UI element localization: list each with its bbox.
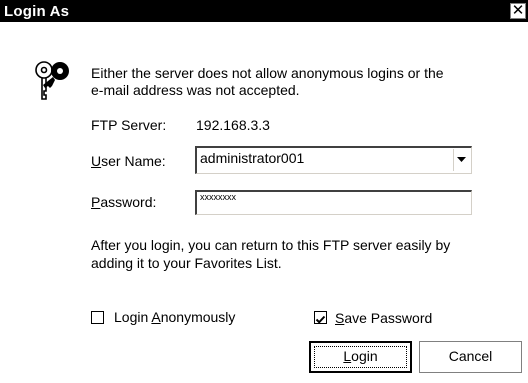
username-combobox[interactable]: administrator001 bbox=[195, 146, 472, 174]
username-value: administrator001 bbox=[200, 150, 305, 166]
info-line-1: After you login, you can return to this … bbox=[91, 237, 451, 253]
save-password-checkbox[interactable] bbox=[314, 311, 327, 324]
message-line-1: Either the server does not allow anonymo… bbox=[91, 65, 444, 81]
login-anonymously-label[interactable]: Login Anonymously bbox=[114, 309, 235, 326]
chevron-down-icon bbox=[457, 157, 466, 162]
cancel-button[interactable]: Cancel bbox=[419, 341, 522, 373]
login-button-label: Login bbox=[343, 348, 378, 364]
login-button[interactable]: Login bbox=[309, 341, 412, 373]
info-line-2: adding it to your Favorites List. bbox=[91, 255, 282, 271]
login-as-dialog: Login As ✕ Either the server does not al… bbox=[0, 0, 528, 383]
cancel-button-label: Cancel bbox=[448, 348, 493, 364]
password-field[interactable]: xxxxxxxx bbox=[195, 190, 472, 215]
ftp-server-label: FTP Server: bbox=[91, 117, 167, 133]
close-button[interactable]: ✕ bbox=[510, 3, 526, 19]
password-label: Password: bbox=[91, 194, 157, 210]
password-value: xxxxxxxx bbox=[200, 192, 236, 202]
dropdown-button[interactable] bbox=[453, 149, 470, 171]
checkmark-icon bbox=[315, 315, 326, 324]
keys-icon bbox=[35, 61, 69, 100]
save-password-label[interactable]: Save Password bbox=[335, 310, 432, 327]
username-label: User Name: bbox=[91, 153, 166, 169]
message-line-2: e-mail address was not accepted. bbox=[91, 82, 300, 98]
login-anonymously-checkbox[interactable] bbox=[91, 311, 104, 324]
ftp-server-value: 192.168.3.3 bbox=[196, 117, 270, 133]
title-bar[interactable]: Login As ✕ bbox=[0, 0, 528, 22]
dialog-title: Login As bbox=[4, 3, 70, 20]
